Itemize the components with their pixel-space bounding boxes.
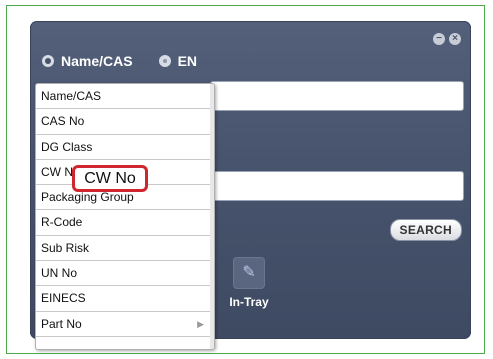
dropdown-item-label: Part No (41, 316, 82, 331)
dropdown-item-dg-class[interactable]: DG Class (36, 135, 214, 160)
minimize-icon[interactable]: − (433, 33, 445, 45)
dropdown-scrollbar[interactable] (210, 84, 214, 349)
search-field-dropdown: Name/CAS CAS No DG Class CW No Packaging… (35, 83, 215, 350)
mode-label: Name/CAS (61, 53, 133, 69)
dropdown-item-un-no[interactable]: UN No (36, 261, 214, 287)
radio-selected-icon (42, 55, 54, 67)
close-icon[interactable]: × (449, 33, 461, 45)
dropdown-item-sub-risk[interactable]: Sub Risk (36, 236, 214, 262)
search-input[interactable] (210, 81, 464, 111)
callout-cw-no: CW No (72, 165, 148, 192)
in-tray-icon: ✎ (233, 257, 265, 289)
dropdown-item-part-no[interactable]: Part No ▶ (36, 312, 214, 337)
dropdown-item-einecs[interactable]: EINECS (36, 286, 214, 312)
in-tray-shortcut[interactable]: ✎ In-Tray (223, 257, 275, 309)
window-controls: − × (433, 33, 461, 45)
search-mode-selector: Name/CAS EN (42, 53, 223, 69)
in-tray-label: In-Tray (229, 295, 269, 309)
mode-option-name-cas[interactable]: Name/CAS (42, 53, 133, 69)
search-button[interactable]: SEARCH (389, 219, 462, 241)
dropdown-item-cas-no[interactable]: CAS No (36, 109, 214, 135)
dropdown-item-r-code[interactable]: R-Code (36, 210, 214, 236)
radio-unselected-icon (158, 55, 171, 67)
submenu-arrow-icon: ▶ (197, 318, 204, 329)
dropdown-item-name-cas[interactable]: Name/CAS (36, 84, 214, 110)
mode-label: EN (177, 53, 198, 69)
secondary-input[interactable] (210, 171, 464, 201)
mode-option-en[interactable]: EN (158, 53, 198, 69)
